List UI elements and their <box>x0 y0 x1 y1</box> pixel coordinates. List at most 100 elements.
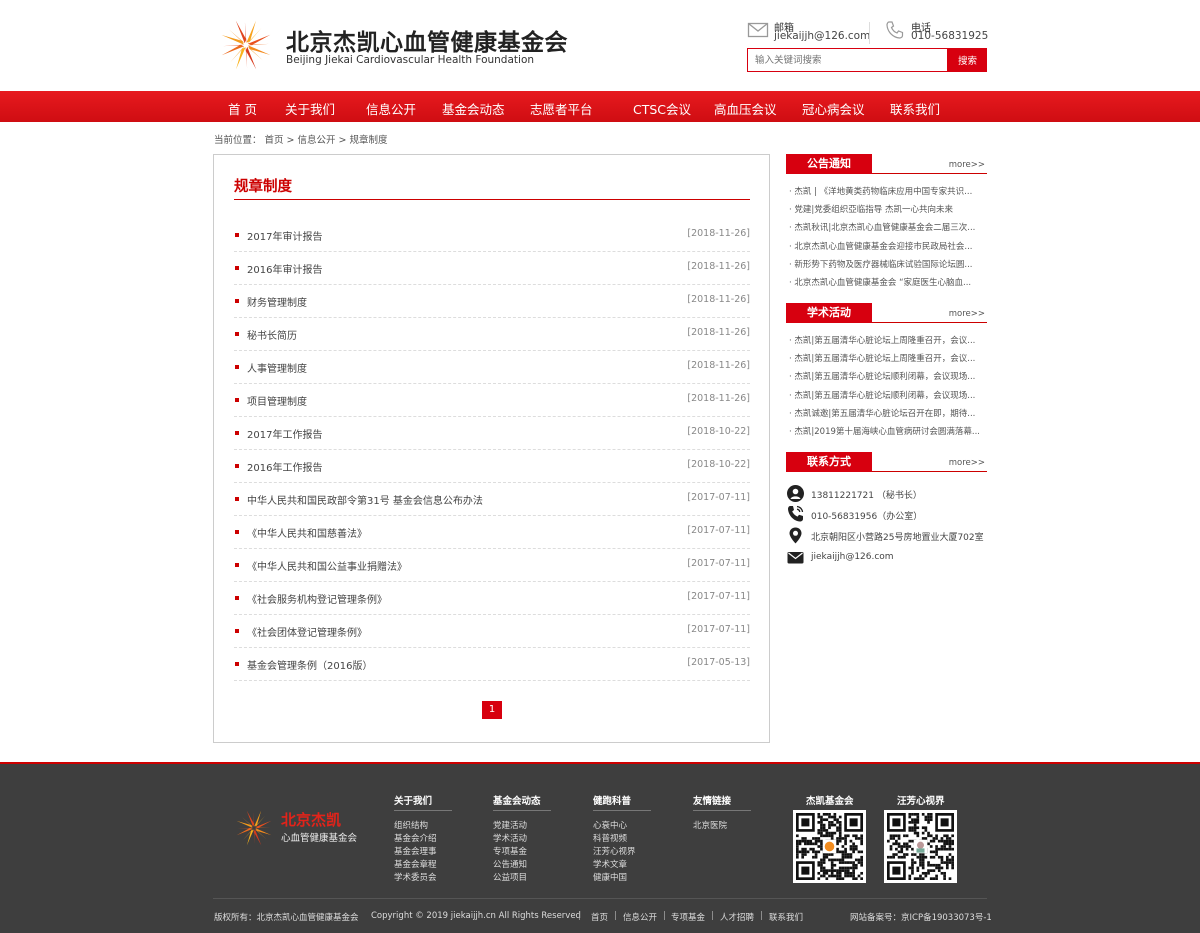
academic-item[interactable]: · 杰凯|第五届清华心脏论坛顺利闭幕，会议现场... <box>789 389 979 401</box>
article-row[interactable]: 2017年工作报告 [2018-10-22] <box>234 417 750 450</box>
foundation-logo[interactable] <box>218 17 274 73</box>
article-title[interactable]: 基金会管理条例（2016版） <box>247 657 372 672</box>
contact-email[interactable]: jiekaijjh@126.com <box>811 552 894 562</box>
article-title[interactable]: 2016年工作报告 <box>247 459 322 474</box>
article-row[interactable]: 2016年工作报告 [2018-10-22] <box>234 450 750 483</box>
article-title[interactable]: 财务管理制度 <box>247 294 307 309</box>
footer-link-funds[interactable]: 专项基金 <box>671 911 705 923</box>
notices-item[interactable]: · 新形势下药物及医疗器械临床试验国际论坛圆... <box>789 258 979 270</box>
nav-info-disclosure[interactable]: 信息公开 <box>366 99 416 118</box>
footer-link[interactable]: 党建活动 <box>493 819 527 831</box>
article-row[interactable]: 秘书长简历 [2018-11-26] <box>234 318 750 351</box>
footer-link-separator: | <box>760 911 763 921</box>
footer-link-info[interactable]: 信息公开 <box>623 911 657 923</box>
notices-item[interactable]: · 北京杰凯心血管健康基金会迎接市民政局社会... <box>789 240 979 252</box>
location-icon <box>789 527 802 544</box>
article-date: [2018-11-26] <box>687 228 750 239</box>
article-row[interactable]: 中华人民共和国民政部令第31号 基金会信息公布办法 [2017-07-11] <box>234 483 750 516</box>
article-row[interactable]: 《中华人民共和国公益事业捐赠法》 [2017-07-11] <box>234 549 750 582</box>
bullet-icon <box>235 365 239 369</box>
article-row[interactable]: 人事管理制度 [2018-11-26] <box>234 351 750 384</box>
notices-item[interactable]: · 北京杰凯心血管健康基金会 “家庭医生心脑血... <box>789 276 979 288</box>
notices-title: 公告通知 <box>786 154 872 174</box>
footer-link[interactable]: 科普视频 <box>593 832 627 844</box>
footer-link-separator: | <box>711 911 714 921</box>
bullet-icon <box>235 299 239 303</box>
nav-coronary[interactable]: 冠心病会议 <box>802 99 865 118</box>
notices-item[interactable]: · 党建|党委组织亞临指导 杰凯一心共向未来 <box>789 203 979 215</box>
bullet-icon <box>235 332 239 336</box>
notices-header: 公告通知 more>> <box>786 154 987 174</box>
breadcrumb[interactable]: 当前位置： 首页 > 信息公开 > 规章制度 <box>214 132 388 146</box>
footer-link-contact[interactable]: 联系我们 <box>769 911 803 923</box>
footer-link[interactable]: 学术活动 <box>493 832 527 844</box>
footer-col-underline <box>593 810 651 811</box>
article-title[interactable]: 《中华人民共和国慈善法》 <box>247 525 367 540</box>
article-row[interactable]: 《社会服务机构登记管理条例》 [2017-07-11] <box>234 582 750 615</box>
footer-link[interactable]: 基金会介绍 <box>394 832 437 844</box>
academic-item[interactable]: · 杰凯|第五届清华心脏论坛顺利闭幕，会议现场... <box>789 370 979 382</box>
footer-col-title: 健跑科普 <box>593 796 632 807</box>
article-title[interactable]: 人事管理制度 <box>247 360 307 375</box>
contact-more-link[interactable]: more>> <box>949 458 985 468</box>
footer-link[interactable]: 专项基金 <box>493 845 527 857</box>
search-button[interactable]: 搜索 <box>948 48 987 72</box>
footer-link[interactable]: 公告通知 <box>493 858 527 870</box>
nav-hypertension[interactable]: 高血压会议 <box>714 99 777 118</box>
footer-link[interactable]: 学术委员会 <box>394 871 437 883</box>
article-title[interactable]: 秘书长简历 <box>247 327 297 342</box>
article-title[interactable]: 《社会服务机构登记管理条例》 <box>247 591 387 606</box>
academic-more-link[interactable]: more>> <box>949 309 985 319</box>
article-row[interactable]: 财务管理制度 [2018-11-26] <box>234 285 750 318</box>
article-title[interactable]: 《社会团体登记管理条例》 <box>247 624 367 639</box>
footer-link-jobs[interactable]: 人才招聘 <box>720 911 754 923</box>
footer-link[interactable]: 组织结构 <box>394 819 428 831</box>
icp-record[interactable]: 网站备案号：京ICP备19033073号-1 <box>850 911 992 923</box>
footer-link[interactable]: 基金会章程 <box>394 858 437 870</box>
notices-item[interactable]: · 杰凯 | 《洋地黄类药物临床应用中国专家共识... <box>789 185 979 197</box>
article-title[interactable]: 《中华人民共和国公益事业捐赠法》 <box>247 558 407 573</box>
footer-logo[interactable] <box>234 808 274 848</box>
academic-item[interactable]: · 杰凯|第五届清华心脏论坛上周隆重召开，会议... <box>789 334 979 346</box>
contact-address: 北京朝阳区小营路25号房地置业大厦702室 <box>811 533 984 543</box>
footer-link[interactable]: 心衰中心 <box>593 819 627 831</box>
article-row[interactable]: 2017年审计报告 [2018-11-26] <box>234 219 750 252</box>
article-title[interactable]: 2017年工作报告 <box>247 426 322 441</box>
footer-link-home[interactable]: 首页 <box>591 911 608 923</box>
user-icon <box>787 485 804 502</box>
article-row[interactable]: 基金会管理条例（2016版） [2017-05-13] <box>234 648 750 681</box>
main-nav: 首 页 关于我们 信息公开 基金会动态 志愿者平台 CTSC会议 高血压会议 冠… <box>0 91 1200 122</box>
article-date: [2018-11-26] <box>687 294 750 305</box>
nav-ctsc[interactable]: CTSC会议 <box>633 99 691 118</box>
nav-contact[interactable]: 联系我们 <box>890 99 940 118</box>
footer-link[interactable]: 基金会理事 <box>394 845 437 857</box>
article-row[interactable]: 项目管理制度 [2018-11-26] <box>234 384 750 417</box>
article-title[interactable]: 中华人民共和国民政部令第31号 基金会信息公布办法 <box>247 492 483 507</box>
footer-link[interactable]: 汪芳心视界 <box>593 845 636 857</box>
article-title[interactable]: 项目管理制度 <box>247 393 307 408</box>
article-row[interactable]: 2016年审计报告 [2018-11-26] <box>234 252 750 285</box>
article-row[interactable]: 《中华人民共和国慈善法》 [2017-07-11] <box>234 516 750 549</box>
academic-item[interactable]: · 杰凯|第五届清华心脏论坛上周隆重召开，会议... <box>789 352 979 364</box>
footer-link[interactable]: 公益项目 <box>493 871 527 883</box>
nav-volunteer[interactable]: 志愿者平台 <box>530 99 593 118</box>
site-name-english: Beijing Jiekai Cardiovascular Health Fou… <box>286 54 535 66</box>
contact-title: 联系方式 <box>786 452 872 472</box>
notices-more-link[interactable]: more>> <box>949 160 985 170</box>
academic-item[interactable]: · 杰凯|2019第十届海峡心血管病研讨会圆满落幕... <box>789 425 979 437</box>
header-divider <box>869 22 870 44</box>
article-row[interactable]: 《社会团体登记管理条例》 [2017-07-11] <box>234 615 750 648</box>
article-title[interactable]: 2016年审计报告 <box>247 261 322 276</box>
notices-item[interactable]: · 杰凯秋讯|北京杰凯心血管健康基金会二届三次... <box>789 221 979 233</box>
search-input[interactable] <box>747 48 948 72</box>
nav-about[interactable]: 关于我们 <box>285 99 335 118</box>
nav-foundation-news[interactable]: 基金会动态 <box>442 99 505 118</box>
footer-link[interactable]: 学术文章 <box>593 858 627 870</box>
article-title[interactable]: 2017年审计报告 <box>247 228 322 243</box>
nav-home[interactable]: 首 页 <box>228 99 257 118</box>
academic-item[interactable]: · 杰凯诚邀|第五届清华心脏论坛召开在即，期待... <box>789 407 979 419</box>
footer-link[interactable]: 健康中国 <box>593 871 627 883</box>
bullet-icon <box>235 662 239 666</box>
footer-link[interactable]: 北京医院 <box>693 819 727 831</box>
pagination-page-1[interactable]: 1 <box>482 701 502 719</box>
